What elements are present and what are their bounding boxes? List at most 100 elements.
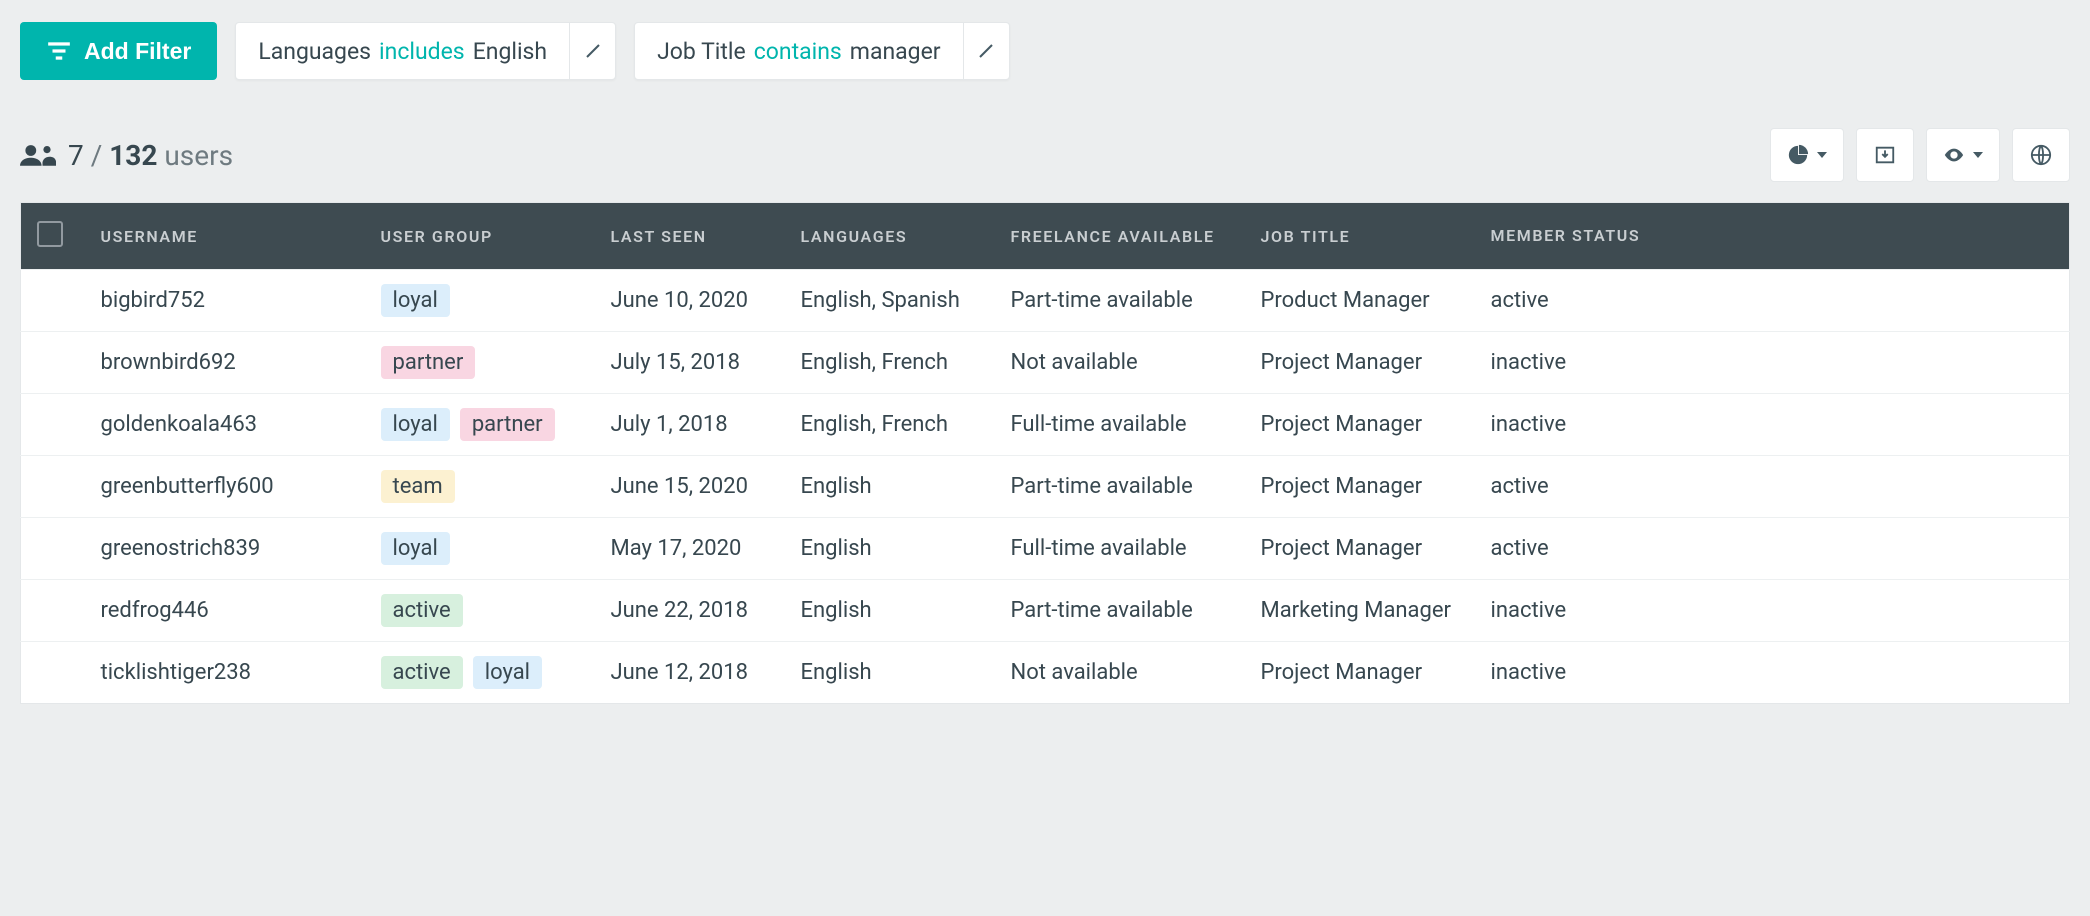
job-title-cell: Project Manager <box>1261 474 1423 499</box>
export-button[interactable] <box>1856 128 1914 182</box>
pie-chart-icon <box>1787 144 1809 166</box>
group-tag: partner <box>460 408 555 441</box>
filter-chip-label[interactable]: Job Title contains manager <box>635 23 962 79</box>
languages-cell: English, French <box>801 412 949 437</box>
job-title-cell: Project Manager <box>1261 350 1423 375</box>
col-job-title[interactable]: JOB TITLE <box>1245 203 1475 270</box>
add-filter-label: Add Filter <box>84 38 191 65</box>
username-cell: greenbutterfly600 <box>101 474 274 499</box>
segment-chart-dropdown[interactable] <box>1770 128 1844 182</box>
table-row[interactable]: greenostrich839 loyal May 17, 2020 Engli… <box>21 518 2070 580</box>
member-status-cell: active <box>1491 474 1549 499</box>
username-cell: redfrog446 <box>101 598 209 623</box>
filter-bar: Add Filter Languages includes English Jo… <box>20 22 2070 80</box>
last-seen-cell: July 15, 2018 <box>611 350 740 375</box>
select-all-checkbox[interactable] <box>37 221 63 247</box>
group-tags: active <box>381 594 579 627</box>
col-username[interactable]: USERNAME <box>85 203 365 270</box>
table-row[interactable]: redfrog446 active June 22, 2018 English … <box>21 580 2070 642</box>
group-tag: loyal <box>381 532 450 565</box>
group-tags: partner <box>381 346 579 379</box>
group-tag: partner <box>381 346 476 379</box>
filter-op: includes <box>371 38 473 65</box>
remove-filter-button[interactable] <box>569 23 615 79</box>
last-seen-cell: June 15, 2020 <box>611 474 749 499</box>
job-title-cell: Project Manager <box>1261 660 1423 685</box>
group-tag: loyal <box>473 656 542 689</box>
col-member-status[interactable]: MEMBER STATUS <box>1475 203 2070 270</box>
table-row[interactable]: brownbird692 partner July 15, 2018 Engli… <box>21 332 2070 394</box>
count-total: 132 <box>109 139 157 172</box>
member-status-cell: active <box>1491 288 1549 313</box>
member-status-cell: inactive <box>1491 412 1567 437</box>
remove-filter-button[interactable] <box>963 23 1009 79</box>
filter-value: manager <box>850 38 941 65</box>
count-filtered: 7 <box>68 139 84 172</box>
filter-value: English <box>473 38 547 65</box>
table-row[interactable]: greenbutterfly600 team June 15, 2020 Eng… <box>21 456 2070 518</box>
filter-chip-container: Languages includes English Job Title con… <box>235 22 1009 80</box>
freelance-cell: Not available <box>1011 350 1138 375</box>
group-tags: loyal partner <box>381 408 579 441</box>
table-row[interactable]: ticklishtiger238 active loyal June 12, 20… <box>21 642 2070 704</box>
job-title-cell: Marketing Manager <box>1261 598 1452 623</box>
languages-cell: English, French <box>801 350 949 375</box>
group-tags: team <box>381 470 579 503</box>
chevron-down-icon <box>1973 152 1983 158</box>
close-icon <box>978 43 994 59</box>
chevron-down-icon <box>1817 152 1827 158</box>
last-seen-cell: June 10, 2020 <box>611 288 749 313</box>
col-user-group[interactable]: USER GROUP <box>365 203 595 270</box>
languages-cell: English <box>801 598 872 623</box>
member-status-cell: inactive <box>1491 350 1567 375</box>
username-cell: bigbird752 <box>101 288 206 313</box>
languages-cell: English <box>801 660 872 685</box>
filter-chip-label[interactable]: Languages includes English <box>236 23 569 79</box>
group-tags: loyal <box>381 284 579 317</box>
filter-icon <box>46 38 72 64</box>
job-title-cell: Project Manager <box>1261 536 1423 561</box>
last-seen-cell: May 17, 2020 <box>611 536 742 561</box>
freelance-cell: Part-time available <box>1011 598 1193 623</box>
languages-cell: English, Spanish <box>801 288 960 313</box>
filter-chip: Languages includes English <box>235 22 616 80</box>
users-icon <box>20 141 56 169</box>
freelance-cell: Full-time available <box>1011 536 1187 561</box>
group-tag: team <box>381 470 455 503</box>
close-icon <box>585 43 601 59</box>
group-tag: active <box>381 656 463 689</box>
member-status-cell: inactive <box>1491 598 1567 623</box>
group-tags: active loyal <box>381 656 579 689</box>
table-row[interactable]: bigbird752 loyal June 10, 2020 English, … <box>21 270 2070 332</box>
group-tag: loyal <box>381 408 450 441</box>
col-languages[interactable]: LANGUAGES <box>785 203 995 270</box>
eye-icon <box>1943 144 1965 166</box>
username-cell: goldenkoala463 <box>101 412 258 437</box>
last-seen-cell: June 22, 2018 <box>611 598 749 623</box>
count-suffix: users <box>164 139 233 172</box>
col-freelance[interactable]: FREELANCE AVAILABLE <box>995 203 1245 270</box>
last-seen-cell: July 1, 2018 <box>611 412 728 437</box>
freelance-cell: Part-time available <box>1011 288 1193 313</box>
export-icon <box>1874 144 1896 166</box>
col-last-seen[interactable]: LAST SEEN <box>595 203 785 270</box>
filter-chip: Job Title contains manager <box>634 22 1009 80</box>
table-row[interactable]: goldenkoala463 loyal partner July 1, 2018… <box>21 394 2070 456</box>
member-status-cell: inactive <box>1491 660 1567 685</box>
columns-visibility-dropdown[interactable] <box>1926 128 2000 182</box>
username-cell: brownbird692 <box>101 350 236 375</box>
group-tag: active <box>381 594 463 627</box>
users-table: USERNAME USER GROUP LAST SEEN LANGUAGES … <box>20 202 2070 704</box>
username-cell: ticklishtiger238 <box>101 660 252 685</box>
languages-cell: English <box>801 536 872 561</box>
add-filter-button[interactable]: Add Filter <box>20 22 217 80</box>
freelance-cell: Not available <box>1011 660 1138 685</box>
table-toolbar <box>1770 128 2070 182</box>
last-seen-cell: June 12, 2018 <box>611 660 749 685</box>
filter-field: Languages <box>258 38 371 65</box>
job-title-cell: Product Manager <box>1261 288 1430 313</box>
job-title-cell: Project Manager <box>1261 412 1423 437</box>
count-sep: / <box>91 139 103 172</box>
public-share-button[interactable] <box>2012 128 2070 182</box>
languages-cell: English <box>801 474 872 499</box>
